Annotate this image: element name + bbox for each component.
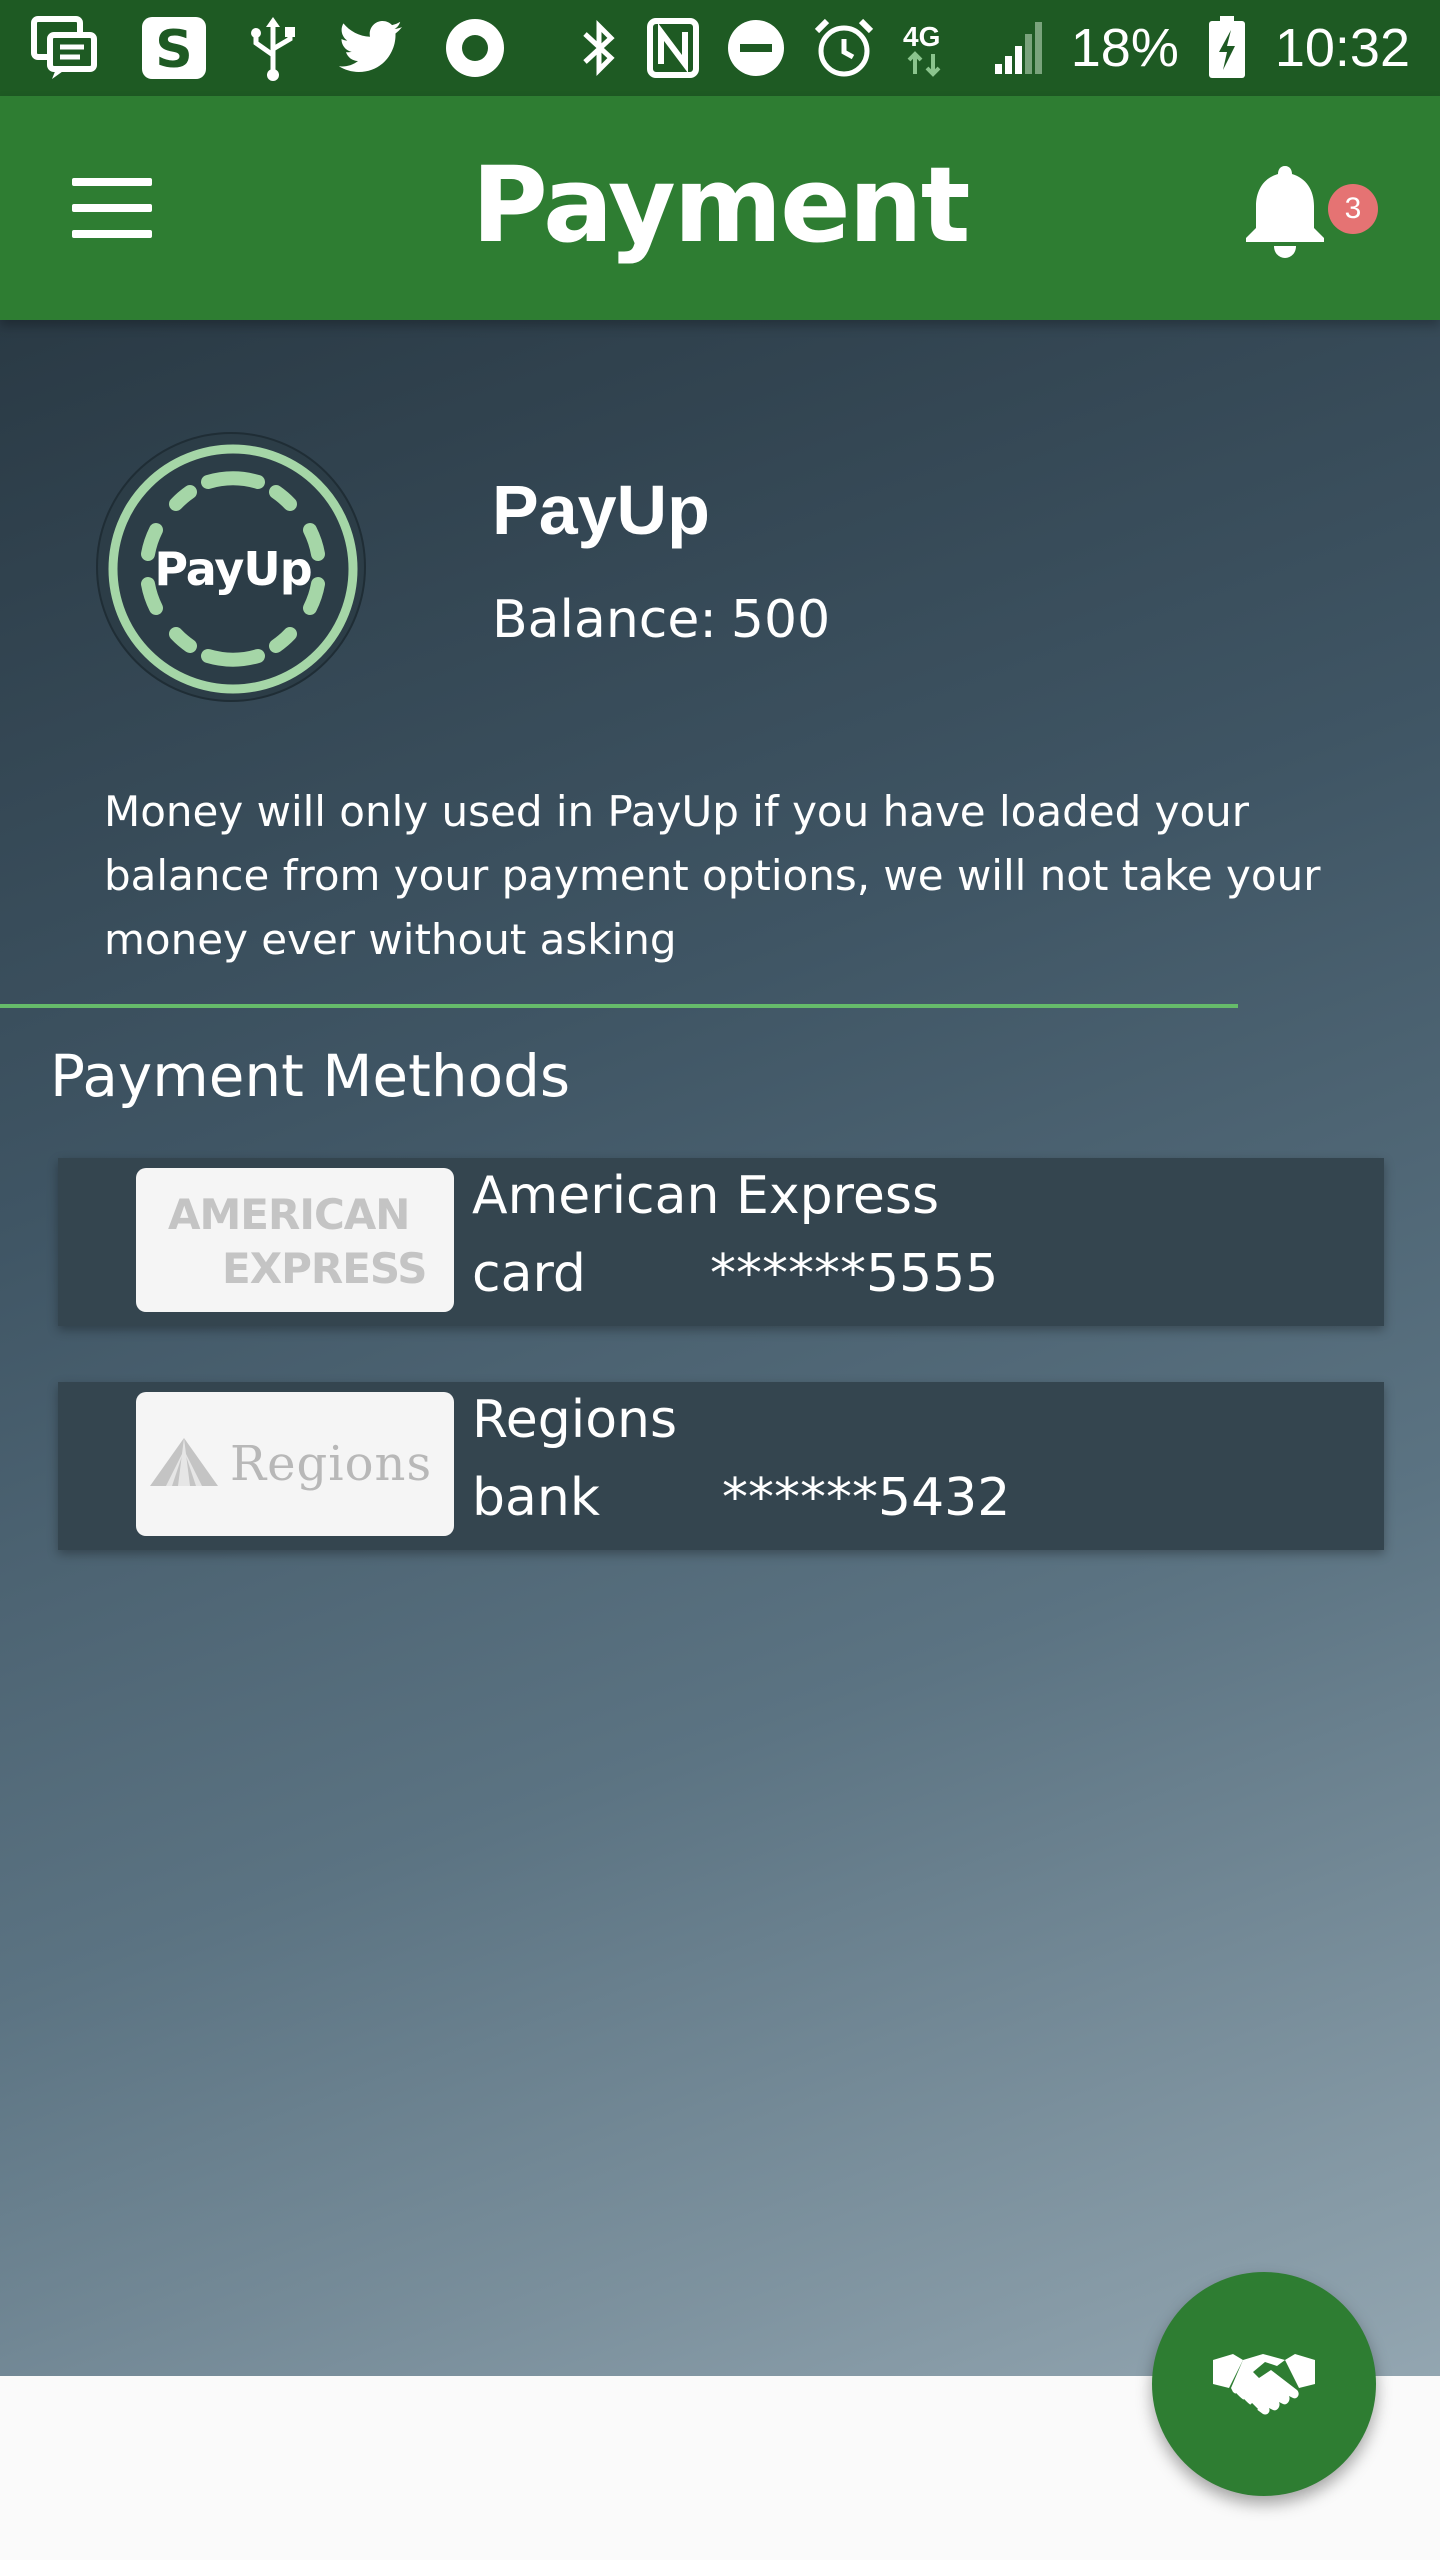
app-bar: Payment 3 xyxy=(0,96,1440,320)
clock: 10:32 xyxy=(1274,18,1410,78)
status-system-icons: 4G 18% 10:32 xyxy=(579,13,1410,83)
payup-logo-text: PayUp xyxy=(154,542,312,596)
amex-logo-line1: AMERICAN xyxy=(168,1190,410,1239)
payment-methods-title: Payment Methods xyxy=(50,1042,571,1110)
nfc-icon xyxy=(646,13,699,83)
method-masked-number: ******5555 xyxy=(710,1244,999,1304)
notification-badge: 3 xyxy=(1328,184,1378,234)
handshake-icon xyxy=(1213,2354,1315,2415)
bluetooth-icon xyxy=(579,13,619,83)
method-name: Regions xyxy=(472,1390,678,1450)
wallet-balance: Balance: 500 xyxy=(492,590,830,650)
disclaimer-text: Money will only used in PayUp if you hav… xyxy=(104,787,1321,964)
balance-value: 500 xyxy=(730,590,831,650)
method-type: bank xyxy=(472,1468,600,1528)
amex-logo-line2: EXPRESS xyxy=(222,1244,427,1293)
regions-pyramid-icon xyxy=(150,1438,218,1486)
payup-logo: PayUp xyxy=(96,432,366,702)
regions-logo: Regions xyxy=(136,1392,454,1536)
do-not-disturb-icon xyxy=(727,13,785,83)
battery-percentage: 18% xyxy=(1070,18,1179,78)
usb-icon xyxy=(248,13,298,83)
wallet-name: PayUp xyxy=(492,471,710,549)
method-name: American Express xyxy=(472,1166,940,1226)
status-notification-icons: S xyxy=(30,13,506,83)
app-s-notification-icon: S xyxy=(140,13,208,83)
page-title: Payment xyxy=(471,144,971,266)
network-type-icon: 4G xyxy=(903,13,965,83)
messages-notification-icon xyxy=(30,13,100,83)
balance-label: Balance: xyxy=(492,590,717,650)
method-masked-number: ******5432 xyxy=(722,1468,1011,1528)
battery-charging-icon xyxy=(1207,13,1247,83)
status-bar: S 4G 18% 10:32 xyxy=(0,0,1440,96)
record-icon xyxy=(444,13,506,83)
bell-icon[interactable] xyxy=(1240,162,1330,258)
regions-logo-text: Regions xyxy=(230,1436,433,1492)
section-divider xyxy=(0,1004,1238,1008)
handshake-fab-button[interactable] xyxy=(1152,2272,1376,2496)
main-content: PayUp PayUp Balance: 500 Money will only … xyxy=(0,320,1440,2376)
amex-logo: AMERICAN EXPRESS xyxy=(136,1168,454,1312)
svg-text:S: S xyxy=(155,20,192,80)
alarm-icon xyxy=(813,13,875,83)
payment-method-item[interactable]: Regions Regions bank ******5432 xyxy=(58,1382,1384,1550)
svg-text:4G: 4G xyxy=(903,21,940,52)
payment-method-item[interactable]: AMERICAN EXPRESS American Express card *… xyxy=(58,1158,1384,1326)
signal-strength-icon xyxy=(993,13,1043,83)
method-type: card xyxy=(472,1244,586,1304)
twitter-icon xyxy=(338,13,404,83)
